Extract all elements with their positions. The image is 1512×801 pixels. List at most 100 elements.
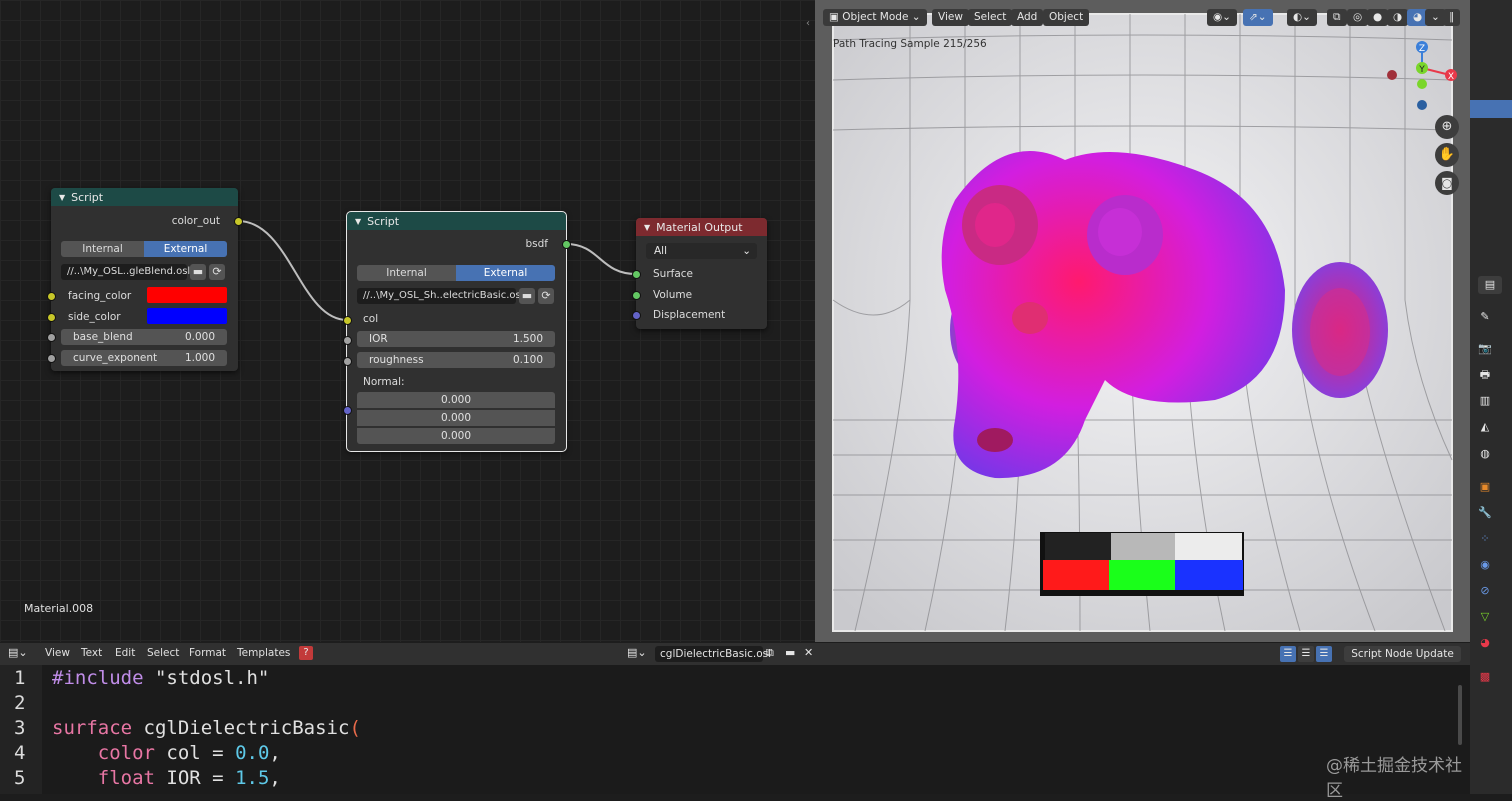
base-blend-field[interactable]: base_blend 0.000 (61, 329, 227, 345)
gizmo-toggle-icon[interactable]: ⇗⌄ (1243, 9, 1273, 26)
reload-icon[interactable]: ⟳ (209, 264, 225, 280)
displacement-socket[interactable] (632, 311, 641, 320)
folder-icon[interactable]: ▬ (190, 264, 206, 280)
scrollbar[interactable] (1458, 685, 1462, 745)
view-layer-icon[interactable]: ▥ (1478, 394, 1492, 408)
source-mode-toggle[interactable]: Internal External (61, 241, 227, 257)
zoom-icon[interactable]: ⊕ (1435, 115, 1459, 139)
world-icon[interactable]: ◍ (1478, 447, 1492, 461)
edit-menu[interactable]: Edit (115, 647, 135, 659)
selected-outliner-row[interactable] (1470, 100, 1512, 118)
particles-icon[interactable]: ⁘ (1478, 532, 1492, 546)
format-menu[interactable]: Format (189, 647, 226, 659)
reload-icon[interactable]: ⟳ (538, 288, 554, 304)
target-dropdown[interactable]: All ⌄ (646, 243, 757, 259)
mode-dropdown[interactable]: ▣ Object Mode ⌄ (823, 9, 927, 26)
line-numbers-toggle-icon[interactable]: ☰ (1280, 646, 1296, 662)
facing-color-socket[interactable] (47, 292, 56, 301)
data-icon[interactable]: ▽ (1478, 610, 1492, 624)
collapse-arrow-icon[interactable]: ‹ (806, 18, 810, 29)
scene-icon[interactable]: ◭ (1478, 420, 1492, 434)
open-folder-icon[interactable]: ▬ (785, 646, 795, 659)
view-menu[interactable]: View (45, 647, 70, 659)
script-node-update-button[interactable]: Script Node Update (1344, 646, 1461, 662)
roughness-socket[interactable] (343, 357, 352, 366)
code-line-5[interactable]: float IOR = 1.5, (52, 767, 281, 789)
code-line-3[interactable]: surface cglDielectricBasic( (52, 717, 361, 739)
wireframe-shading-icon[interactable]: ◎ (1347, 9, 1369, 26)
material-shading-icon[interactable]: ◑ (1387, 9, 1409, 26)
osl-file-path[interactable]: //..\My_OSL..gleBlend.osl (61, 264, 190, 280)
select-menu[interactable]: Select (968, 9, 1013, 26)
material-icon[interactable]: ◕ (1478, 636, 1492, 650)
bsdf-socket[interactable] (562, 240, 571, 249)
pause-icon[interactable]: ∥ (1443, 9, 1461, 26)
material-output-node[interactable]: ▼ Material Output All ⌄ Surface Volume Di… (636, 218, 767, 329)
external-button[interactable]: External (456, 265, 555, 281)
normal-x-field[interactable]: 0.000 (357, 392, 555, 408)
overlay-icon[interactable]: ◐⌄ (1287, 9, 1317, 26)
visibility-icon[interactable]: ◉⌄ (1207, 9, 1237, 26)
normal-z-field[interactable]: 0.000 (357, 428, 555, 444)
facing-color-swatch[interactable] (147, 287, 227, 303)
render-icon[interactable]: 📷 (1478, 342, 1492, 356)
templates-menu[interactable]: Templates (237, 647, 290, 659)
node-header[interactable]: ▼ Script (347, 212, 566, 230)
code-line-4[interactable]: color col = 0.0, (52, 742, 281, 764)
curve-exponent-socket[interactable] (47, 354, 56, 363)
node-editor[interactable]: ▼ Script color_out Internal External //..… (0, 0, 815, 642)
editor-type-icon[interactable]: ▤ (1478, 276, 1502, 294)
tool-icon[interactable]: ✎ (1478, 310, 1492, 324)
surface-socket[interactable] (632, 270, 641, 279)
folder-icon[interactable]: ▬ (519, 288, 535, 304)
select-menu[interactable]: Select (147, 647, 179, 659)
base-blend-socket[interactable] (47, 333, 56, 342)
syntax-highlight-toggle-icon[interactable]: ☰ (1316, 646, 1332, 662)
ior-socket[interactable] (343, 336, 352, 345)
view-menu[interactable]: View (932, 9, 969, 26)
roughness-field[interactable]: roughness 0.100 (357, 352, 555, 368)
script-node-dielectric[interactable]: ▼ Script bsdf Internal External //..\My_O… (346, 211, 567, 452)
collapse-icon[interactable]: ▼ (644, 223, 650, 232)
text-menu[interactable]: Text (81, 647, 102, 659)
camera-icon[interactable]: ◙ (1435, 171, 1459, 195)
3d-viewport[interactable]: ▣ Object Mode ⌄ View Select Add Object ◉… (815, 0, 1470, 642)
color-out-socket[interactable] (234, 217, 243, 226)
close-icon[interactable]: ✕ (804, 646, 813, 659)
physics-icon[interactable]: ◉ (1478, 558, 1492, 572)
xray-icon[interactable]: ⧉ (1327, 9, 1347, 26)
normal-socket[interactable] (343, 406, 352, 415)
col-socket[interactable] (343, 316, 352, 325)
duplicate-icon[interactable]: ⧉ (766, 646, 774, 660)
text-browse-icon[interactable]: ▤⌄ (627, 646, 651, 662)
ior-field[interactable]: IOR 1.500 (357, 331, 555, 347)
pan-hand-icon[interactable]: ✋ (1435, 143, 1459, 167)
code-line-1[interactable]: #include "stdosl.h" (52, 667, 269, 689)
internal-button[interactable]: Internal (357, 265, 456, 281)
solid-shading-icon[interactable]: ● (1367, 9, 1389, 26)
add-menu[interactable]: Add (1011, 9, 1044, 26)
collapse-icon[interactable]: ▼ (355, 217, 361, 226)
unsaved-warning-icon[interactable]: ? (299, 646, 313, 660)
text-filename-field[interactable]: cglDielectricBasic.osl (655, 646, 771, 662)
object-icon[interactable]: ▣ (1478, 480, 1492, 494)
volume-socket[interactable] (632, 291, 641, 300)
node-header[interactable]: ▼ Script (51, 188, 238, 206)
script-node-angle-blend[interactable]: ▼ Script color_out Internal External //..… (51, 188, 238, 371)
collapse-icon[interactable]: ▼ (59, 193, 65, 202)
texture-icon[interactable]: ▩ (1478, 670, 1492, 684)
normal-y-field[interactable]: 0.000 (357, 410, 555, 426)
modifier-wrench-icon[interactable]: 🔧 (1478, 506, 1492, 520)
curve-exponent-field[interactable]: curve_exponent 1.000 (61, 350, 227, 366)
navigation-gizmo[interactable]: Z Y X (1380, 38, 1460, 113)
text-editor-area[interactable]: 1 2 3 4 5 #include "stdosl.h" surface cg… (0, 665, 1470, 801)
constraints-icon[interactable]: ⊘ (1478, 584, 1492, 598)
internal-button[interactable]: Internal (61, 241, 144, 257)
object-menu[interactable]: Object (1043, 9, 1090, 26)
editor-type-icon[interactable]: ▤⌄ (8, 646, 32, 662)
side-color-socket[interactable] (47, 313, 56, 322)
side-color-swatch[interactable] (147, 308, 227, 324)
output-icon[interactable]: 🖶 (1478, 368, 1492, 382)
word-wrap-toggle-icon[interactable]: ☰ (1298, 646, 1314, 662)
source-mode-toggle[interactable]: Internal External (357, 265, 555, 281)
